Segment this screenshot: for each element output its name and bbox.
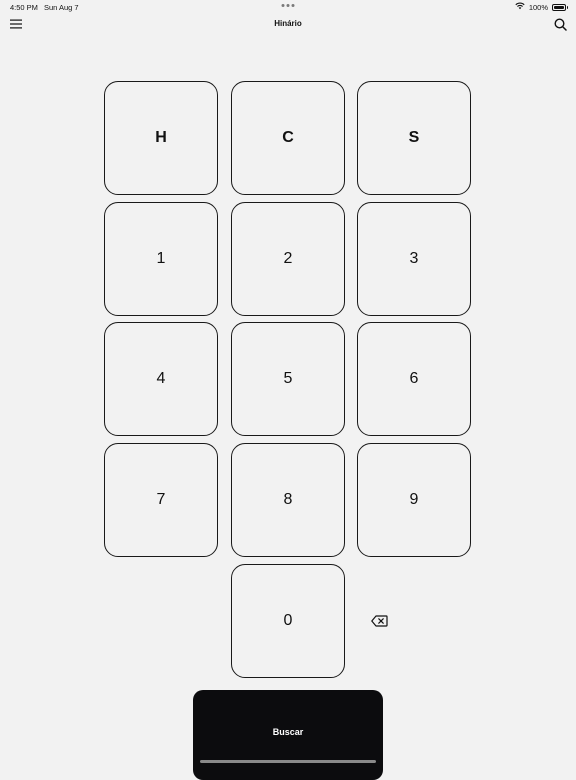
status-time: 4:50 PM: [10, 3, 38, 12]
status-right: 100%: [515, 2, 568, 12]
key-8[interactable]: 8: [231, 443, 345, 557]
key-h[interactable]: H: [104, 81, 218, 195]
key-2[interactable]: 2: [231, 202, 345, 316]
key-0[interactable]: 0: [231, 564, 345, 678]
page-title: Hinário: [274, 19, 302, 28]
key-6[interactable]: 6: [357, 322, 471, 436]
wifi-icon: [515, 2, 525, 12]
home-indicator[interactable]: [200, 760, 376, 763]
battery-icon: [552, 3, 568, 11]
key-1[interactable]: 1: [104, 202, 218, 316]
battery-percent: 100%: [528, 2, 548, 12]
nav-bar: Hinário: [0, 14, 576, 34]
search-submit-button[interactable]: Buscar: [193, 690, 383, 780]
key-s[interactable]: S: [357, 81, 471, 195]
search-submit-label: Buscar: [272, 727, 304, 737]
multitasking-dots-icon[interactable]: [281, 4, 295, 7]
key-3[interactable]: 3: [357, 202, 471, 316]
key-c[interactable]: C: [231, 81, 345, 195]
status-left: 4:50 PM Sun Aug 7: [10, 3, 79, 12]
battery-fill: [554, 5, 564, 9]
key-7[interactable]: 7: [104, 443, 218, 557]
key-9[interactable]: 9: [357, 443, 471, 557]
status-date: Sun Aug 7: [43, 3, 79, 12]
delete-backward-icon[interactable]: [368, 611, 390, 631]
status-bar: 4:50 PM Sun Aug 7 100%: [0, 0, 576, 14]
key-4[interactable]: 4: [104, 322, 218, 436]
key-5[interactable]: 5: [231, 322, 345, 436]
search-icon[interactable]: [553, 17, 567, 31]
